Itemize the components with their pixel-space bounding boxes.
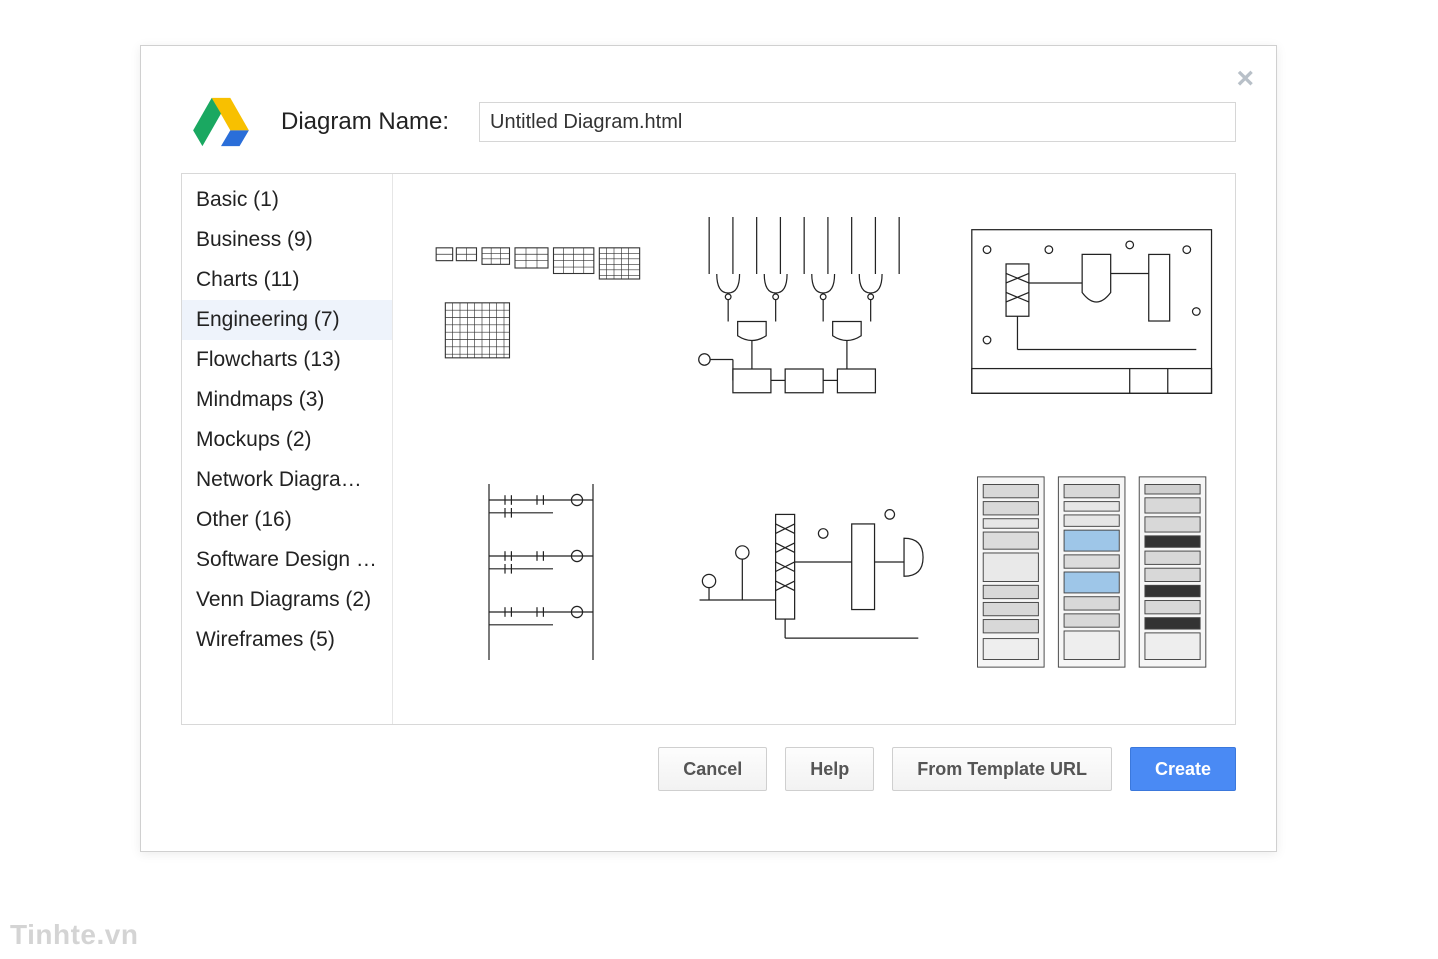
- category-item[interactable]: Venn Diagrams (2): [182, 580, 392, 620]
- diagram-name-input[interactable]: [479, 102, 1236, 142]
- category-item[interactable]: Mindmaps (3): [182, 380, 392, 420]
- template-gallery-wrap: [393, 174, 1235, 724]
- from-template-url-button[interactable]: From Template URL: [892, 747, 1112, 791]
- dialog-header: Diagram Name:: [141, 46, 1276, 173]
- category-item[interactable]: Charts (11): [182, 260, 392, 300]
- help-button[interactable]: Help: [785, 747, 874, 791]
- template-server-racks[interactable]: [968, 464, 1215, 684]
- google-drive-icon: [191, 96, 251, 148]
- template-ladder-logic[interactable]: [413, 464, 660, 684]
- new-diagram-dialog: × Diagram Name: Basic (1)Business (9)Cha…: [140, 45, 1277, 852]
- cancel-button[interactable]: Cancel: [658, 747, 767, 791]
- close-icon[interactable]: ×: [1236, 64, 1254, 94]
- category-item[interactable]: Business (9): [182, 220, 392, 260]
- template-piping[interactable]: [690, 464, 937, 684]
- watermark-text: Tinhte.vn: [10, 919, 138, 951]
- template-grids[interactable]: [413, 204, 660, 424]
- logic-circuit-icon: [690, 217, 937, 412]
- process-plant-icon: [968, 224, 1215, 404]
- category-item[interactable]: Flowcharts (13): [182, 340, 392, 380]
- piping-icon: [690, 484, 937, 664]
- category-item[interactable]: Other (16): [182, 500, 392, 540]
- category-item[interactable]: Software Design (…: [182, 540, 392, 580]
- template-logic-circuit[interactable]: [690, 204, 937, 424]
- dialog-footer: Cancel Help From Template URL Create: [141, 725, 1276, 791]
- diagram-name-label: Diagram Name:: [281, 108, 449, 136]
- category-item[interactable]: Basic (1): [182, 180, 392, 220]
- ladder-logic-icon: [457, 472, 617, 677]
- template-process-plant[interactable]: [968, 204, 1215, 424]
- dialog-body: Basic (1)Business (9)Charts (11)Engineer…: [181, 173, 1236, 725]
- category-sidebar: Basic (1)Business (9)Charts (11)Engineer…: [182, 174, 393, 724]
- category-item[interactable]: Mockups (2): [182, 420, 392, 460]
- category-item[interactable]: Network Diagram…: [182, 460, 392, 500]
- grids-icon: [427, 227, 647, 402]
- server-racks-icon: [968, 467, 1215, 682]
- category-item[interactable]: Wireframes (5): [182, 620, 392, 660]
- category-item[interactable]: Engineering (7): [182, 300, 392, 340]
- create-button[interactable]: Create: [1130, 747, 1236, 791]
- template-gallery[interactable]: [393, 174, 1235, 724]
